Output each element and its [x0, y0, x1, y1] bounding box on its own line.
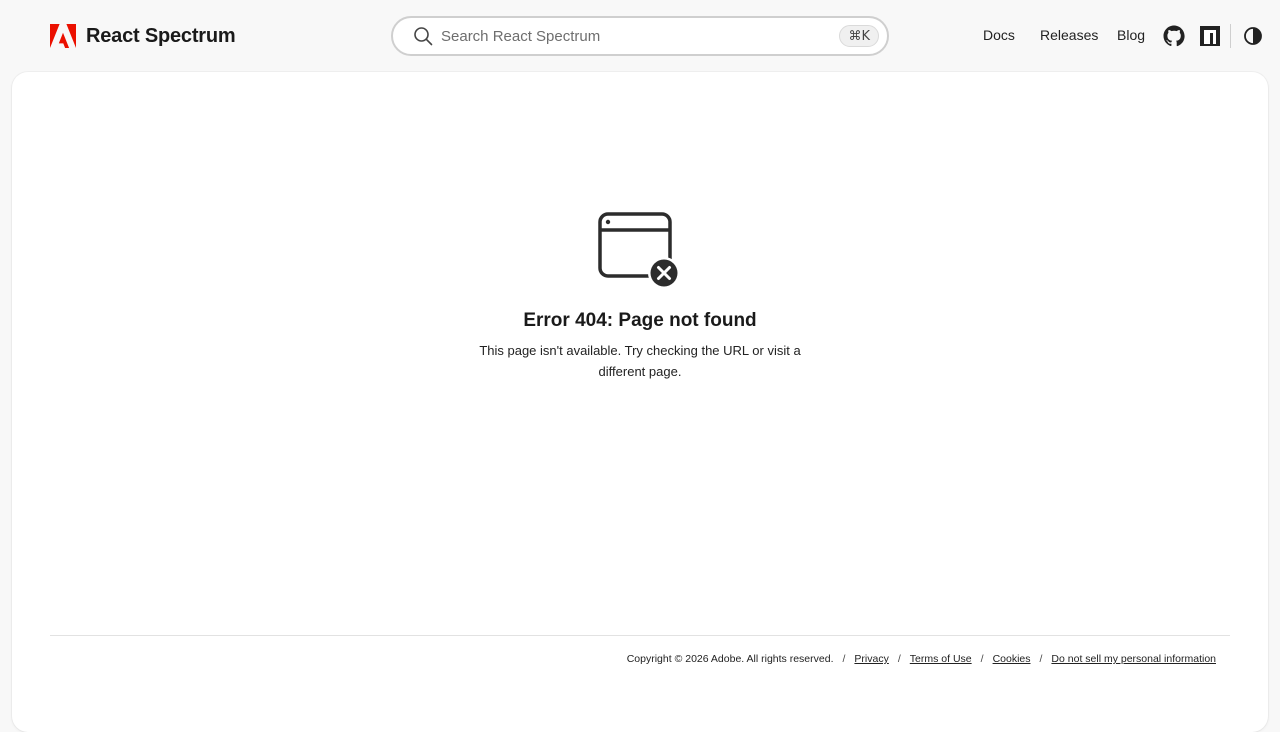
footer-separator: / [842, 653, 846, 665]
nav-link-releases[interactable]: Releases [1040, 27, 1098, 43]
footer-separator: / [1039, 653, 1043, 665]
footer-separator: / [897, 653, 901, 665]
theme-toggle-icon[interactable] [1241, 24, 1265, 48]
nav-link-blog[interactable]: Blog [1117, 27, 1145, 43]
footer-divider [50, 635, 1230, 636]
main-content-card: Error 404: Page not found This page isn'… [12, 72, 1268, 732]
search-bar[interactable]: ⌘K [391, 16, 889, 56]
brand-name: React Spectrum [86, 24, 236, 47]
nav-divider [1230, 24, 1231, 48]
home-link[interactable]: React Spectrum [50, 22, 236, 50]
site-header: React Spectrum ⌘K Docs Releases Blog [0, 0, 1280, 72]
footer-link-do-not-sell[interactable]: Do not sell my personal information [1051, 653, 1216, 665]
site-footer: Copyright © 2026 Adobe. All rights reser… [627, 653, 1216, 665]
error-title: Error 404: Page not found [523, 310, 757, 331]
nav-link-docs[interactable]: Docs [983, 27, 1015, 43]
footer-link-cookies[interactable]: Cookies [993, 653, 1031, 665]
search-input[interactable] [441, 27, 840, 45]
footer-link-terms[interactable]: Terms of Use [910, 653, 972, 665]
error-message: This page isn't available. Try checking … [479, 343, 801, 379]
adobe-logo-icon [50, 24, 76, 48]
npm-icon[interactable] [1198, 24, 1222, 48]
footer-separator: / [980, 653, 984, 665]
browser-window-error-icon [598, 212, 680, 289]
footer-link-privacy[interactable]: Privacy [854, 653, 888, 665]
top-nav: Docs Releases Blog [960, 22, 1280, 50]
search-icon [414, 27, 433, 46]
copyright-text: Copyright © 2026 Adobe. All rights reser… [626, 653, 834, 665]
github-icon[interactable] [1162, 24, 1186, 48]
search-shortcut-badge: ⌘K [839, 25, 879, 47]
